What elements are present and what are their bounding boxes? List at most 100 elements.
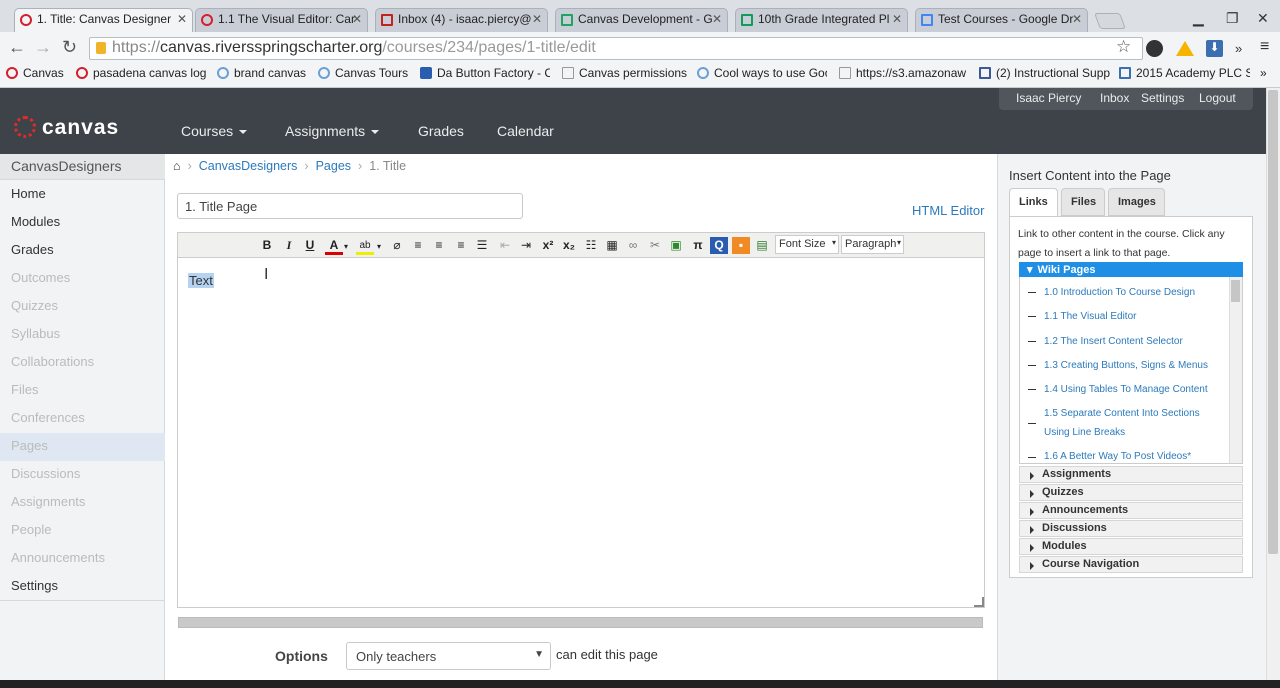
nav-modules[interactable]: Modules <box>0 209 165 237</box>
more-bookmarks-icon[interactable]: » <box>1260 66 1267 80</box>
bookmark[interactable]: brand canvas <box>217 66 306 80</box>
wiki-list-scrollbar[interactable] <box>1229 277 1242 463</box>
bookmark[interactable]: Da Button Factory - C <box>420 66 550 80</box>
wiki-page-link[interactable]: 1.0 Introduction To Course Design <box>1044 283 1224 302</box>
align-right-icon[interactable]: ≡ <box>452 237 470 254</box>
numbered-list-icon[interactable]: ☷ <box>582 237 600 254</box>
bookmark[interactable]: (2) Instructional Supp <box>979 66 1110 80</box>
browser-tab[interactable]: Test Courses - Google Dr ✕ <box>915 8 1088 32</box>
user-name-link[interactable]: Isaac Piercy <box>1016 91 1081 105</box>
bold-icon[interactable]: B <box>258 237 276 254</box>
back-icon[interactable]: ← <box>8 38 26 56</box>
record-video-icon[interactable]: ▤ <box>753 237 771 254</box>
nav-discussions[interactable]: Discussions <box>0 461 165 489</box>
equation-icon[interactable]: π <box>689 237 707 254</box>
more-extensions-icon[interactable]: » <box>1235 41 1242 56</box>
bookmark[interactable]: Cool ways to use Goo <box>697 66 827 80</box>
browser-tab[interactable]: Canvas Development - G ✕ <box>555 8 728 32</box>
wiki-page-link[interactable]: 1.6 A Better Way To Post Videos* <box>1044 447 1224 463</box>
unlink-icon[interactable]: ✂ <box>646 237 664 254</box>
reload-icon[interactable]: ↻ <box>62 38 77 56</box>
outdent-icon[interactable]: ⇤ <box>496 237 514 254</box>
nav-assignments-course[interactable]: Assignments <box>0 489 165 517</box>
close-window-icon[interactable]: ✕ <box>1257 10 1269 27</box>
nav-grades-course[interactable]: Grades <box>0 237 165 265</box>
browser-tab[interactable]: 10th Grade Integrated Pl ✕ <box>735 8 908 32</box>
highlight-color-icon[interactable]: ab <box>356 237 374 255</box>
nav-courses[interactable]: Courses <box>181 123 248 139</box>
chevron-down-icon[interactable]: ▾ <box>341 238 351 255</box>
nav-calendar[interactable]: Calendar <box>497 123 554 139</box>
wiki-page-link[interactable]: 1.1 The Visual Editor <box>1044 307 1224 326</box>
chrome-menu-icon[interactable]: ≡ <box>1260 38 1269 56</box>
nav-collaborations[interactable]: Collaborations <box>0 349 165 377</box>
underline-icon[interactable]: U <box>301 237 319 254</box>
nav-files[interactable]: Files <box>0 377 165 405</box>
italic-icon[interactable]: I <box>280 237 298 254</box>
paragraph-select[interactable]: Paragraph ▾ <box>841 235 904 254</box>
category-assignments[interactable]: Assignments <box>1019 466 1243 483</box>
nav-conferences[interactable]: Conferences <box>0 405 165 433</box>
bookmark[interactable]: Canvas Tours <box>318 66 408 80</box>
bullet-list-icon[interactable]: ☰ <box>473 237 491 254</box>
bookmark[interactable]: pasadena canvas log <box>76 66 206 80</box>
wiki-page-link[interactable]: 1.3 Creating Buttons, Signs & Menus <box>1044 356 1224 375</box>
browser-tab[interactable]: Inbox (4) - isaac.piercy@ ✕ <box>375 8 548 32</box>
page-scrollbar-thumb[interactable] <box>1268 90 1278 554</box>
browser-tab[interactable]: 1.1 The Visual Editor: Car ✕ <box>195 8 368 32</box>
drive-extension-icon[interactable] <box>1176 41 1194 56</box>
media-comment-icon[interactable]: ▪ <box>732 237 750 254</box>
category-discussions[interactable]: Discussions <box>1019 520 1243 537</box>
close-icon[interactable]: ✕ <box>177 12 187 26</box>
wiki-page-link[interactable]: 1.5 Separate Content Into Sections Using… <box>1044 404 1224 442</box>
edit-permission-select[interactable]: Only teachers ▼ <box>346 642 551 670</box>
tab-links[interactable]: Links <box>1009 188 1058 217</box>
link-icon[interactable]: ∞ <box>624 237 642 254</box>
rich-editor-content[interactable] <box>177 258 985 608</box>
nav-home[interactable]: Home <box>0 181 165 209</box>
download-extension-icon[interactable]: ⬇ <box>1206 40 1223 57</box>
logout-link[interactable]: Logout <box>1199 91 1236 105</box>
breadcrumb-pages[interactable]: Pages <box>316 159 351 173</box>
bookmark[interactable]: Canvas <box>6 66 64 80</box>
nav-syllabus[interactable]: Syllabus <box>0 321 165 349</box>
font-size-select[interactable]: Font Size ▾ <box>775 235 839 254</box>
close-icon[interactable]: ✕ <box>712 12 722 26</box>
forward-icon[interactable]: → <box>34 38 52 56</box>
close-icon[interactable]: ✕ <box>532 12 542 26</box>
nav-pages[interactable]: Pages <box>0 433 165 461</box>
restore-icon[interactable]: ❐ <box>1226 10 1239 27</box>
html-editor-link[interactable]: HTML Editor <box>912 203 984 218</box>
bookmark[interactable]: https://s3.amazonaw <box>839 66 969 80</box>
close-icon[interactable]: ✕ <box>1072 12 1082 26</box>
wiki-pages-header[interactable]: ▾ Wiki Pages <box>1019 262 1243 277</box>
category-announcements[interactable]: Announcements <box>1019 502 1243 519</box>
category-quizzes[interactable]: Quizzes <box>1019 484 1243 501</box>
close-icon[interactable]: ✕ <box>352 12 362 26</box>
close-icon[interactable]: ✕ <box>892 12 902 26</box>
nav-outcomes[interactable]: Outcomes <box>0 265 165 293</box>
category-modules[interactable]: Modules <box>1019 538 1243 555</box>
address-bar[interactable]: https://canvas.riversspringscharter.org/… <box>89 37 1143 60</box>
inbox-link[interactable]: Inbox <box>1100 91 1129 105</box>
indent-icon[interactable]: ⇥ <box>517 237 535 254</box>
nav-grades[interactable]: Grades <box>418 123 464 139</box>
tab-images[interactable]: Images <box>1108 188 1165 216</box>
nav-announcements[interactable]: Announcements <box>0 545 165 573</box>
align-left-icon[interactable]: ≡ <box>409 237 427 254</box>
chevron-down-icon[interactable]: ▾ <box>374 238 384 255</box>
page-title-input[interactable] <box>177 193 523 219</box>
settings-link[interactable]: Settings <box>1141 91 1184 105</box>
superscript-icon[interactable]: x² <box>539 237 557 254</box>
browser-tab[interactable]: 1. Title: Canvas Designer ✕ <box>14 8 193 32</box>
category-course-navigation[interactable]: Course Navigation <box>1019 556 1243 573</box>
nav-settings[interactable]: Settings <box>0 573 165 601</box>
wiki-page-link[interactable]: 1.4 Using Tables To Manage Content <box>1044 380 1224 399</box>
insert-table-icon[interactable]: ▦ <box>603 237 621 254</box>
star-icon[interactable]: ☆ <box>1116 38 1131 56</box>
nav-assignments[interactable]: Assignments <box>285 123 380 139</box>
subscript-icon[interactable]: x₂ <box>560 237 578 254</box>
bookmark[interactable]: Canvas permissions <box>562 66 687 80</box>
tab-files[interactable]: Files <box>1061 188 1105 216</box>
resize-handle[interactable] <box>974 597 984 607</box>
